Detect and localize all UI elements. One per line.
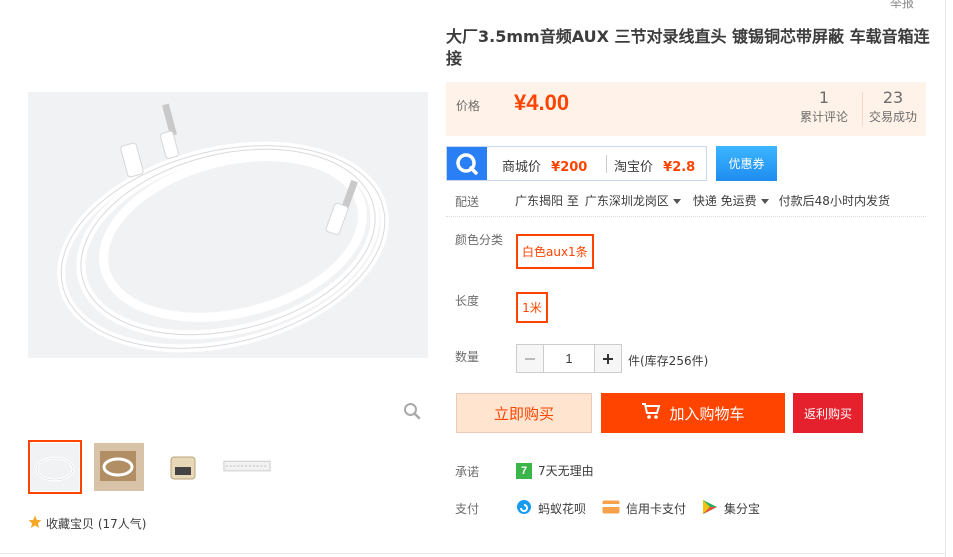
quantity-decrease-button[interactable] <box>517 345 543 372</box>
quantity-label: 数量 <box>455 350 480 364</box>
deals-label: 交易成功 <box>868 110 917 124</box>
promise-info[interactable]: 7 7天无理由 <box>516 462 594 479</box>
thumbnail-1[interactable] <box>28 440 82 494</box>
compare-divider <box>606 155 607 173</box>
jifenbao-icon <box>702 499 718 518</box>
zoom-icon[interactable] <box>403 402 421 420</box>
buy-now-button[interactable]: 立即购买 <box>456 393 592 433</box>
price-value: ¥4.00 <box>514 90 570 115</box>
pay-credit-card[interactable]: 信用卡支付 <box>602 500 686 517</box>
product-title: 大厂3.5mm音频AUX 三节对录线直头 镀锡铜芯带屏蔽 车载音箱连接 <box>446 27 930 68</box>
shipping-dispatch: 付款后48小时内发货 <box>778 194 890 208</box>
promise-text: 7天无理由 <box>538 464 594 478</box>
chevron-down-icon <box>760 199 769 204</box>
frame-border-bottom <box>0 553 946 554</box>
shipping-destination-select[interactable]: 广东深圳龙岗区 <box>585 192 681 209</box>
promise-label: 承诺 <box>455 465 480 479</box>
taobao-price-label: 淘宝价 <box>614 160 654 175</box>
frame-border-right <box>945 0 946 557</box>
color-option-white-aux[interactable]: 白色aux1条 <box>516 234 594 269</box>
cart-icon <box>641 402 661 424</box>
mall-price-value: ¥200 <box>551 160 588 175</box>
review-count: 1 <box>818 88 830 107</box>
payment-methods: 蚂蚁花呗 信用卡支付 集分宝 <box>516 499 760 518</box>
compare-logo-icon <box>447 147 487 180</box>
shipping-origin: 广东揭阳 至 <box>515 194 579 208</box>
review-label: 累计评论 <box>799 110 848 124</box>
favorite-label: 收藏宝贝 (17人气) <box>46 517 147 531</box>
price-panel: 价格 ¥4.00 1 累计评论 23 交易成功 <box>446 82 926 136</box>
add-to-cart-label: 加入购物车 <box>669 404 745 423</box>
stat-divider <box>862 92 863 126</box>
pay-jifenbao-label: 集分宝 <box>724 502 761 516</box>
quantity-increase-button[interactable] <box>595 345 621 372</box>
favorite-link[interactable]: 收藏宝贝 (17人气) <box>28 515 146 532</box>
price-compare-box: 商城价 ¥200 淘宝价 ¥2.8 <box>446 146 707 181</box>
rebate-buy-button[interactable]: 返利购买 <box>793 393 863 433</box>
deals-count: 23 <box>882 88 904 107</box>
thumbnail-3[interactable] <box>156 440 210 494</box>
shipping-method: 快递 免运费 <box>692 194 757 208</box>
shipping-label: 配送 <box>455 195 480 209</box>
deals-stat: 23 交易成功 <box>864 88 922 126</box>
chevron-down-icon <box>672 199 681 204</box>
length-option-1m[interactable]: 1米 <box>516 292 548 323</box>
pay-huabei[interactable]: 蚂蚁花呗 <box>516 499 586 518</box>
credit-card-icon <box>602 500 620 517</box>
mall-price-label: 商城价 <box>502 160 542 175</box>
stock-info: 件(库存256件) <box>628 354 709 368</box>
thumbnail-4[interactable] <box>220 440 274 494</box>
seven-day-return-icon: 7 <box>516 462 532 479</box>
quantity-input[interactable] <box>543 345 595 372</box>
pay-credit-card-label: 信用卡支付 <box>626 502 687 516</box>
huabei-icon <box>516 499 532 518</box>
payment-label: 支付 <box>455 502 480 516</box>
divider <box>446 216 926 217</box>
main-product-image[interactable] <box>28 92 428 358</box>
shipping-info: 广东揭阳 至 广东深圳龙岗区 快递 免运费 付款后48小时内发货 <box>515 192 890 209</box>
mall-price: 商城价 ¥200 <box>502 156 587 175</box>
quantity-stepper <box>516 344 622 373</box>
color-label: 颜色分类 <box>455 233 504 247</box>
star-icon <box>28 515 42 532</box>
shipping-destination: 广东深圳龙岗区 <box>584 194 669 208</box>
pay-jifenbao[interactable]: 集分宝 <box>702 499 760 518</box>
shipping-method-select[interactable]: 快递 免运费 <box>693 192 769 209</box>
taobao-price-value: ¥2.8 <box>663 160 696 175</box>
report-link[interactable]: 举报 <box>890 0 914 11</box>
length-label: 长度 <box>455 294 480 308</box>
thumbnail-2[interactable] <box>92 440 146 494</box>
price-label: 价格 <box>456 99 481 113</box>
taobao-price: 淘宝价 ¥2.8 <box>614 156 695 175</box>
pay-huabei-label: 蚂蚁花呗 <box>538 502 587 516</box>
coupon-button[interactable]: 优惠券 <box>716 146 777 181</box>
thumbnail-strip <box>28 440 274 494</box>
review-stat[interactable]: 1 累计评论 <box>791 88 857 126</box>
add-to-cart-button[interactable]: 加入购物车 <box>601 393 785 433</box>
